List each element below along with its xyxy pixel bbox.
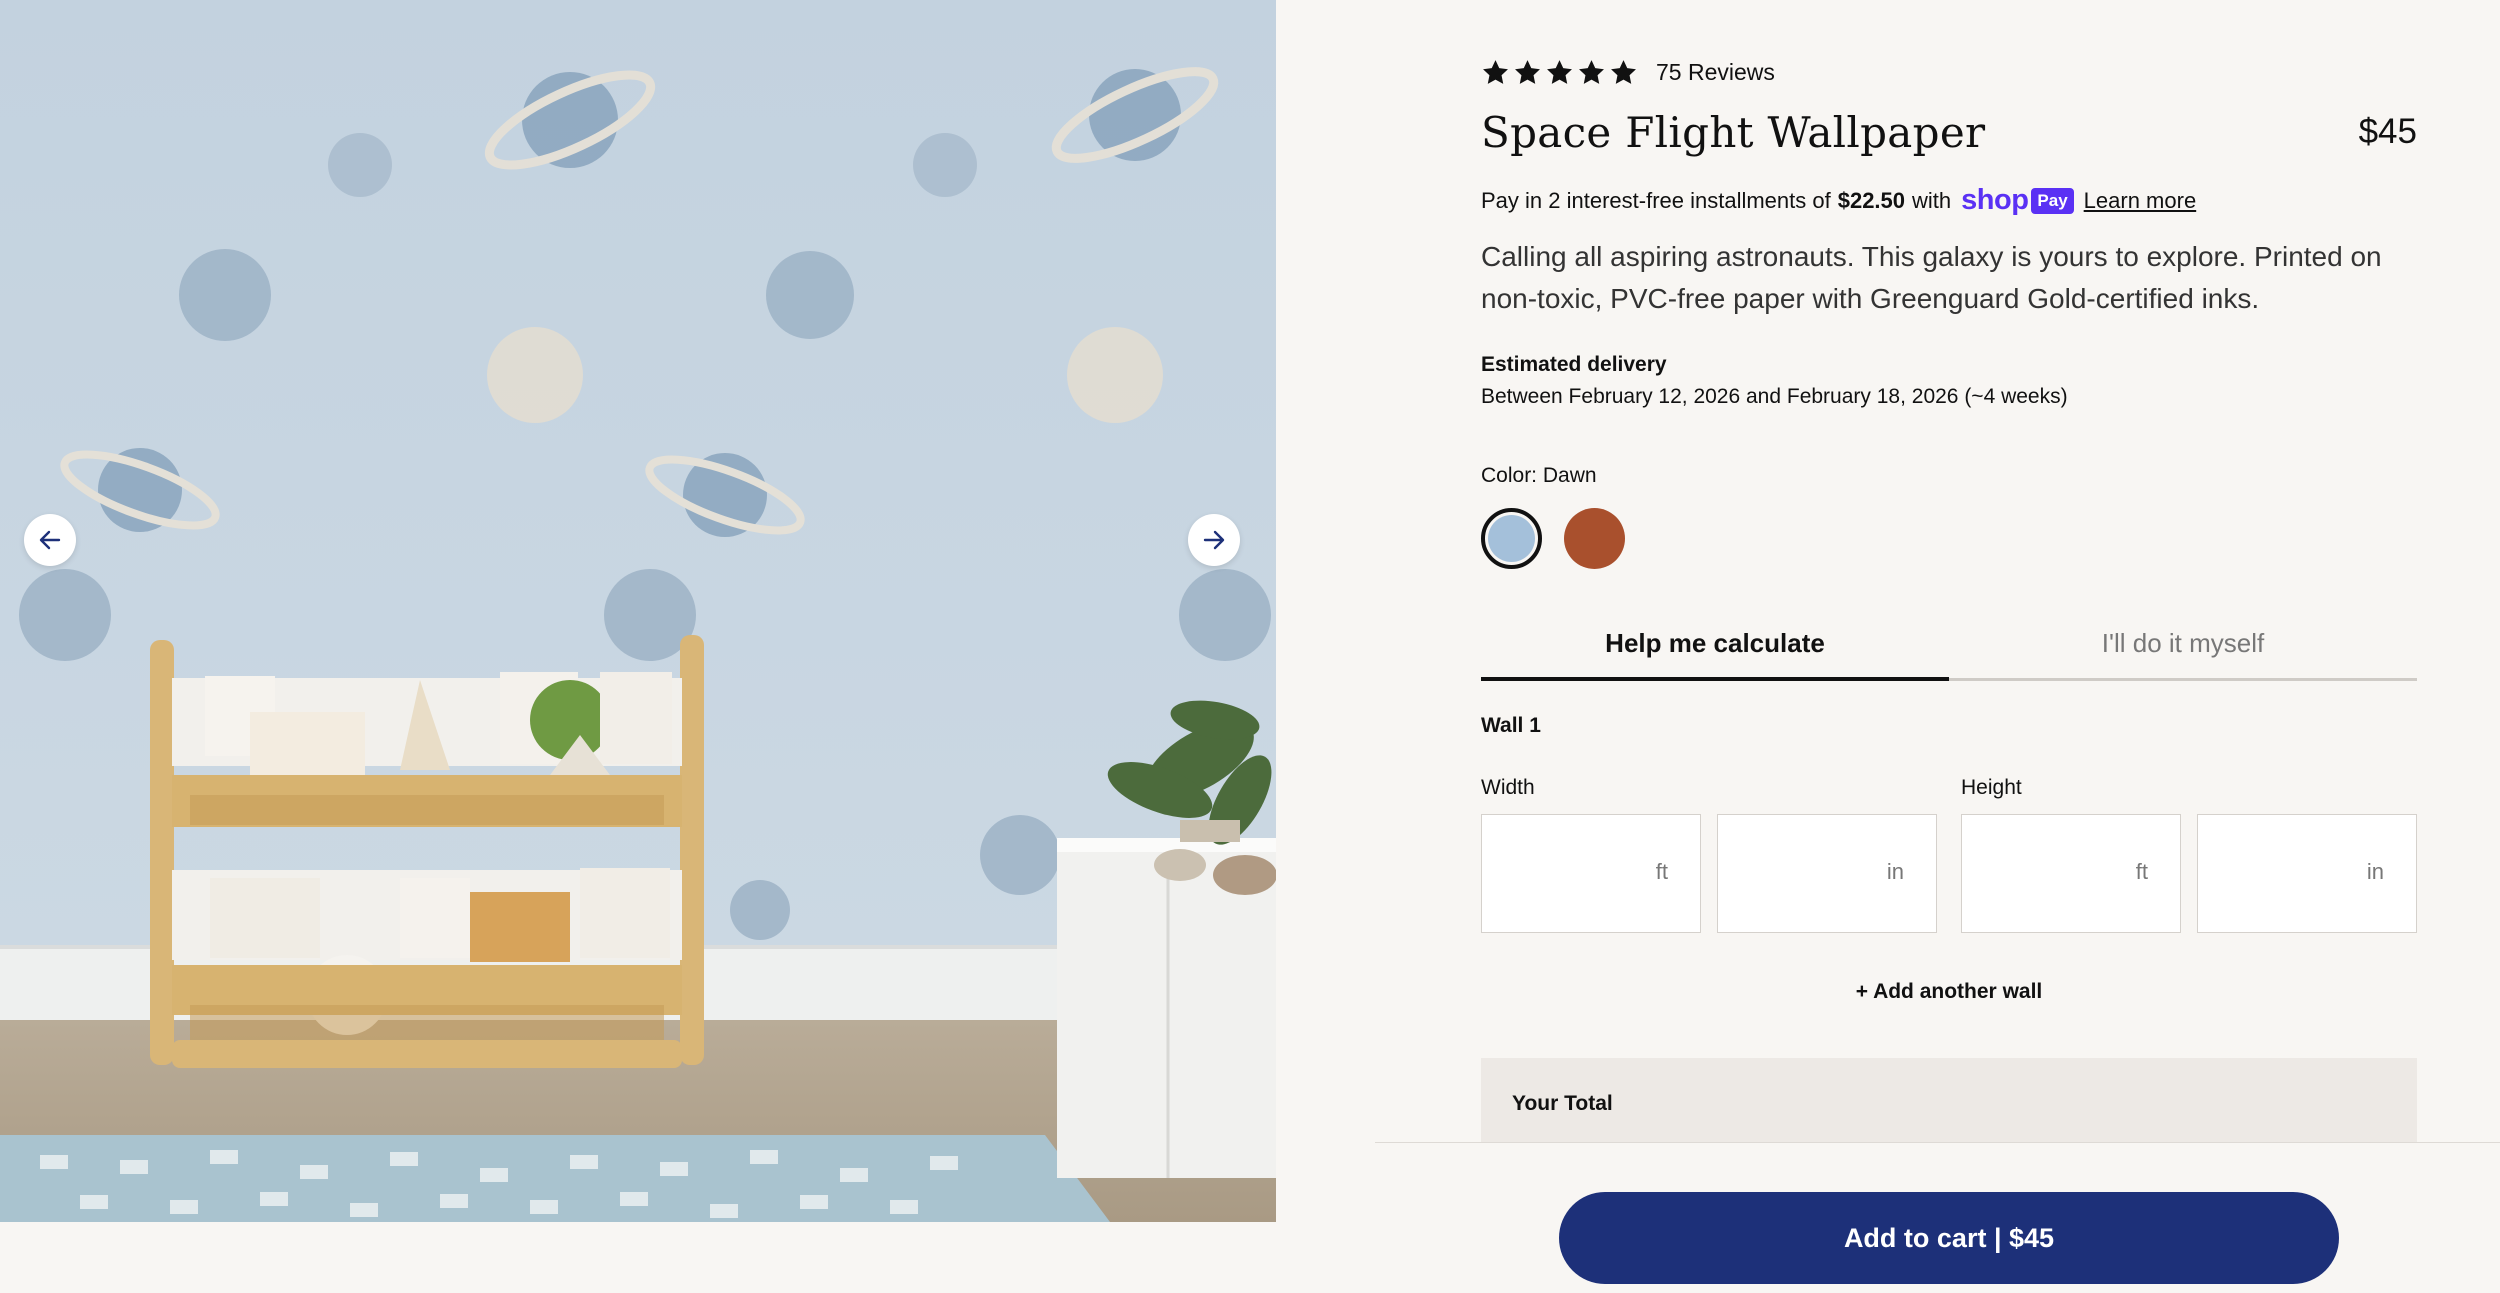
arrow-right-icon bbox=[1203, 530, 1225, 550]
total-box: Your Total bbox=[1481, 1058, 2417, 1143]
color-swatch-rust[interactable] bbox=[1564, 508, 1625, 569]
height-feet-field[interactable]: ft bbox=[1961, 814, 2181, 933]
shop-pay-badge: Pay bbox=[2031, 187, 2074, 214]
star-icon bbox=[1547, 60, 1572, 84]
estimated-delivery-label: Estimated delivery bbox=[1481, 353, 1667, 376]
product-price: $45 bbox=[2358, 112, 2417, 151]
width-label: Width bbox=[1481, 776, 1535, 799]
star-icon bbox=[1579, 60, 1604, 84]
swatch-fill bbox=[1488, 515, 1535, 562]
product-image-gallery bbox=[0, 0, 1276, 1222]
star-rating bbox=[1481, 58, 1638, 87]
wall-label: Wall 1 bbox=[1481, 714, 1541, 737]
width-feet-input[interactable] bbox=[1482, 815, 1700, 932]
learn-more-link[interactable]: Learn more bbox=[2084, 188, 2197, 214]
installment-amount: $22.50 bbox=[1837, 187, 1906, 213]
height-label: Height bbox=[1961, 776, 2022, 799]
estimated-delivery-dates: Between February 12, 2026 and February 1… bbox=[1481, 385, 2068, 408]
star-icon bbox=[1483, 60, 1508, 84]
width-inches-field[interactable]: in bbox=[1717, 814, 1937, 933]
add-to-cart-button[interactable]: Add to cart | $45 bbox=[1559, 1192, 2339, 1284]
shop-pay-logo: shop Pay bbox=[1961, 184, 2074, 217]
previous-image-button[interactable] bbox=[24, 514, 76, 566]
shop-pay-wordmark: shop bbox=[1961, 184, 2029, 216]
star-icon bbox=[1515, 60, 1540, 84]
star-icon bbox=[1611, 60, 1636, 84]
dimension-fields: ft in ft in bbox=[1481, 814, 2417, 933]
reviews-link[interactable]: 75 Reviews bbox=[1656, 59, 1775, 86]
installments-text: Pay in 2 interest-free installments of bbox=[1481, 187, 1831, 213]
calculator-tabs: Help me calculate I'll do it myself bbox=[1481, 618, 2417, 681]
tab-help-me-calculate[interactable]: Help me calculate bbox=[1481, 618, 1949, 681]
height-inches-field[interactable]: in bbox=[2197, 814, 2417, 933]
width-feet-field[interactable]: ft bbox=[1481, 814, 1701, 933]
height-inches-input[interactable] bbox=[2198, 815, 2416, 932]
tab-do-it-myself[interactable]: I'll do it myself bbox=[1949, 618, 2417, 678]
add-another-wall-button[interactable]: + Add another wall bbox=[1481, 980, 2417, 1004]
sticky-cart-bar: Add to cart | $45 bbox=[1375, 1142, 2500, 1293]
total-label: Your Total bbox=[1512, 1092, 1613, 1115]
product-photo bbox=[0, 0, 1276, 1222]
width-inches-input[interactable] bbox=[1718, 815, 1936, 932]
next-image-button[interactable] bbox=[1188, 514, 1240, 566]
shop-pay-installments: Pay in 2 interest-free installments of $… bbox=[1481, 184, 2196, 217]
product-description: Calling all aspiring astronauts. This ga… bbox=[1481, 241, 2382, 314]
product-title: Space Flight Wallpaper bbox=[1481, 108, 1986, 157]
rating-row: 75 Reviews bbox=[1481, 58, 1775, 87]
installments-with: with bbox=[1912, 187, 1952, 213]
arrow-left-icon bbox=[39, 530, 61, 550]
color-swatches bbox=[1481, 508, 1625, 569]
height-feet-input[interactable] bbox=[1962, 815, 2180, 932]
color-swatch-dawn[interactable] bbox=[1481, 508, 1542, 569]
color-label: Color: Dawn bbox=[1481, 464, 1597, 487]
